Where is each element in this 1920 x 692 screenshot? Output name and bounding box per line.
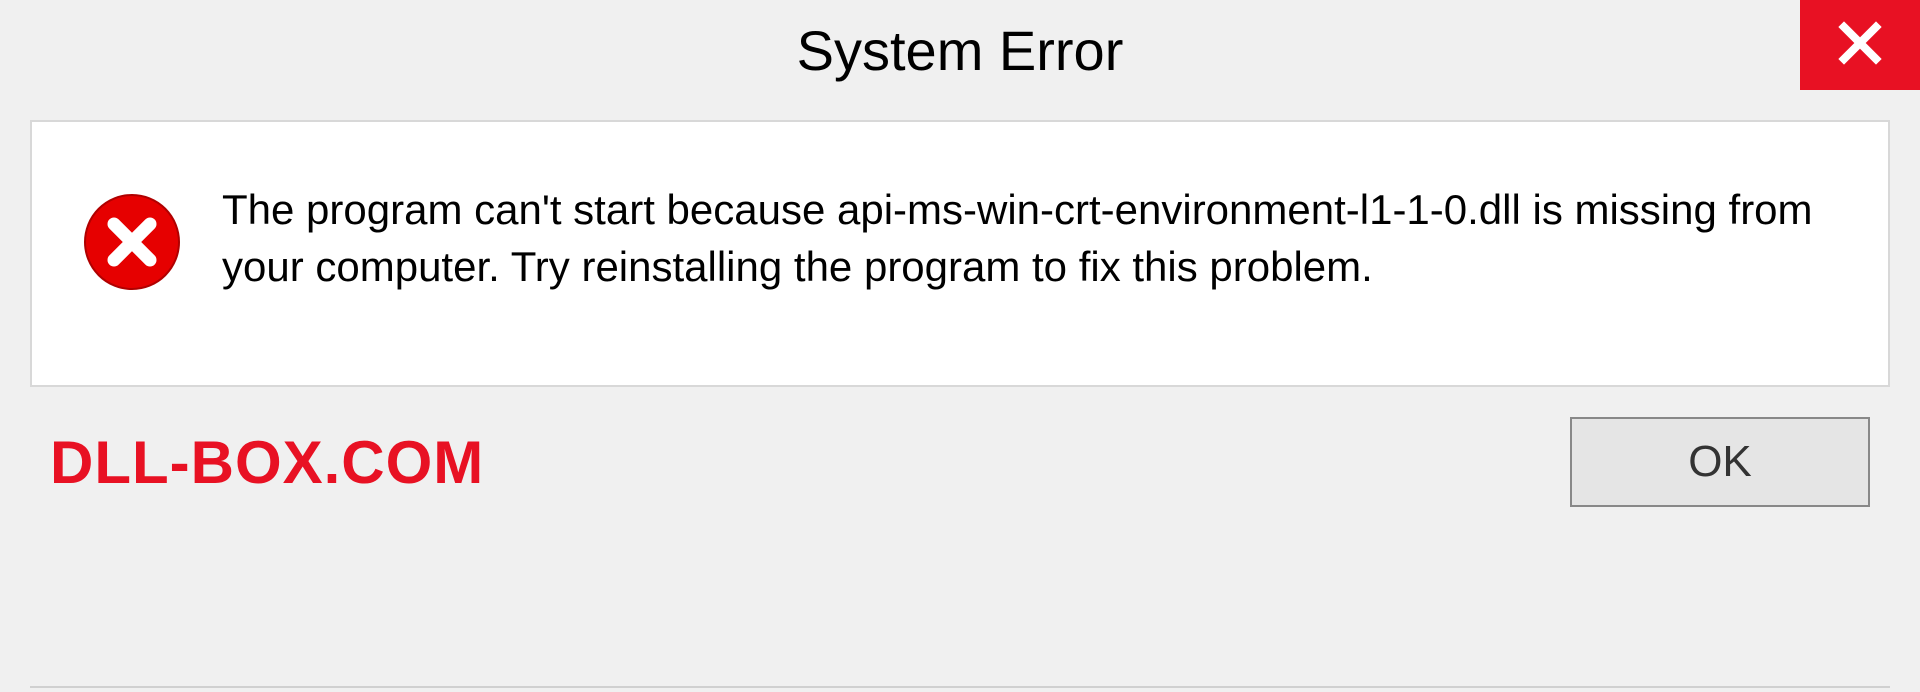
error-message: The program can't start because api-ms-w… (222, 182, 1838, 295)
titlebar: System Error (0, 0, 1920, 100)
close-icon (1836, 19, 1884, 72)
ok-button-label: OK (1688, 437, 1752, 487)
dialog-content: The program can't start because api-ms-w… (30, 120, 1890, 387)
watermark-text: DLL-BOX.COM (50, 428, 484, 497)
ok-button[interactable]: OK (1570, 417, 1870, 507)
error-icon (82, 192, 182, 292)
window-title: System Error (797, 18, 1124, 83)
dialog-footer: DLL-BOX.COM OK (30, 387, 1890, 507)
divider (30, 686, 1890, 688)
close-button[interactable] (1800, 0, 1920, 90)
